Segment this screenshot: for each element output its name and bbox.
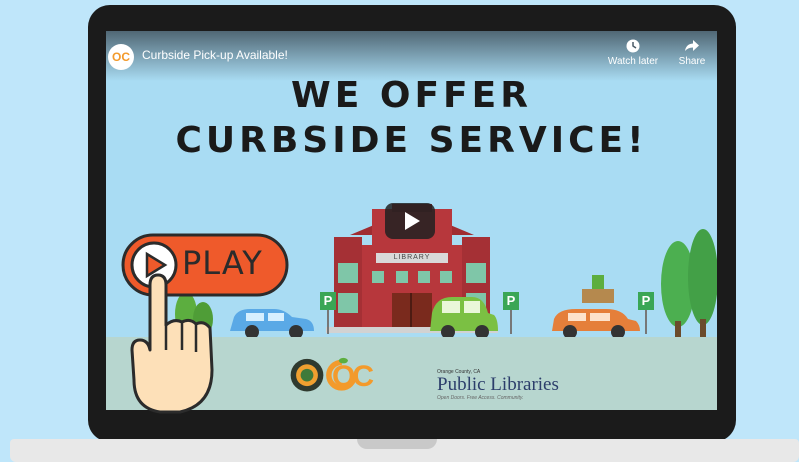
share-arrow-icon (685, 40, 699, 51)
headline-line-1: WE OFFER (291, 75, 532, 116)
oc-letter: OC (332, 360, 374, 393)
youtube-play-button[interactable] (385, 203, 435, 239)
play-overlay[interactable]: PLAY (120, 230, 300, 420)
play-label[interactable]: PLAY (182, 244, 263, 282)
clock-icon (626, 39, 640, 53)
parking-sign-2: P (506, 293, 516, 308)
parking-sign-1: P (323, 293, 333, 308)
watch-later-label: Watch later (607, 56, 659, 67)
trees-right (661, 229, 717, 339)
library-tagline: Open Doors. Free Access. Community. (437, 395, 524, 401)
headline-line-2: CURBSIDE SERVICE! (175, 120, 648, 161)
car-orange (552, 275, 640, 339)
laptop-notch (357, 439, 437, 449)
share-label: Share (678, 56, 706, 67)
library-sign: LIBRARY (393, 254, 431, 261)
parking-sign-3: P (641, 293, 651, 308)
channel-logo-text: OC (112, 50, 130, 64)
video-title[interactable]: Curbside Pick-up Available! (142, 48, 288, 62)
watch-later-button[interactable]: Watch later (603, 39, 663, 67)
channel-logo[interactable]: OC (108, 44, 134, 70)
library-name: Public Libraries (437, 374, 559, 395)
share-button[interactable]: Share (662, 39, 717, 67)
